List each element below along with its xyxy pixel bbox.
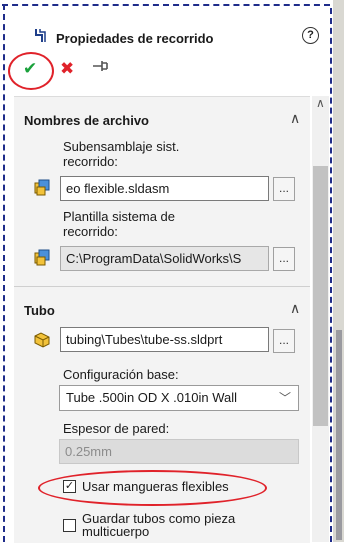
ok-button[interactable]: ✔ (23, 59, 37, 79)
background-bar (336, 330, 342, 540)
section-title-filenames: Nombres de archivo (24, 113, 149, 128)
config-select[interactable]: Tube .500in OD X .010in Wall ﹀ (59, 385, 299, 411)
flex-hose-checkbox[interactable]: ✓ (63, 480, 76, 493)
browse-tube-button[interactable]: ... (273, 329, 295, 353)
template-label: Plantilla sistema de recorrido: (63, 209, 175, 239)
help-icon[interactable]: ? (302, 27, 319, 44)
collapse-chevron-icon[interactable]: ∧ (290, 300, 300, 317)
browse-template-button[interactable]: ... (273, 247, 295, 271)
wall-thickness-field: 0.25mm (59, 439, 299, 464)
subassembly-label: Subensamblaje sist. recorrido: (63, 139, 180, 169)
browse-subassembly-button[interactable]: ... (273, 177, 295, 201)
multibody-label: Guardar tubos como pieza multicuerpo (82, 511, 236, 539)
cancel-button[interactable]: ✖ (60, 59, 74, 79)
divider (14, 286, 310, 287)
assembly-icon (32, 178, 52, 201)
selection-border-left (3, 4, 5, 542)
pin-icon[interactable] (92, 58, 110, 79)
route-properties-icon (33, 27, 51, 45)
scroll-up-icon[interactable]: ∧ (316, 96, 325, 110)
collapse-chevron-icon[interactable]: ∧ (290, 110, 300, 127)
section-title-tube: Tubo (24, 303, 55, 318)
subassembly-field[interactable]: eo flexible.sldasm (60, 176, 269, 201)
selection-border-top (2, 4, 330, 6)
template-assembly-icon (32, 248, 52, 271)
config-label: Configuración base: (63, 367, 179, 382)
tube-part-field[interactable]: tubing\Tubes\tube-ss.sldprt (60, 327, 269, 352)
config-value: Tube .500in OD X .010in Wall (66, 390, 238, 405)
selection-border-right (330, 8, 332, 542)
scrollbar-thumb[interactable] (313, 166, 328, 426)
background-strip (333, 0, 344, 542)
wall-label: Espesor de pared: (63, 421, 170, 436)
multibody-checkbox[interactable] (63, 519, 76, 532)
template-field[interactable]: C:\ProgramData\SolidWorks\S (60, 246, 269, 271)
chevron-down-icon: ﹀ (278, 391, 291, 405)
panel-title: Propiedades de recorrido (56, 31, 214, 46)
part-icon (32, 330, 52, 353)
flex-hose-label: Usar mangueras flexibles (82, 479, 229, 494)
